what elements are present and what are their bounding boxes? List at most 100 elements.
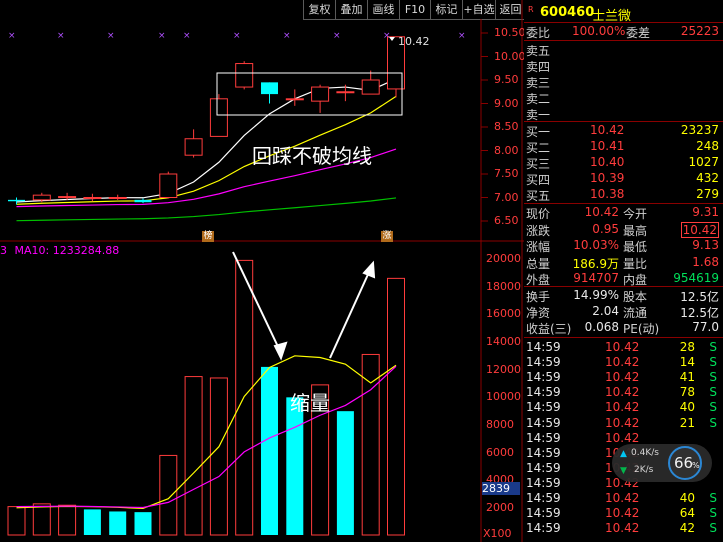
trade-tick-row: 14:59 10.42 42 S	[524, 521, 723, 536]
tick-direction: S	[709, 355, 717, 370]
fundamental-row: 净资 2.04 流通 12.5亿	[524, 304, 723, 320]
weibi-row: 委比 100.00% 委差 25223	[524, 24, 723, 40]
ask-row[interactable]: 卖四	[524, 58, 723, 74]
volume-tick-label: 2000	[486, 501, 514, 514]
stat-value: 10.42	[584, 205, 619, 219]
bid-volume: 279	[696, 187, 719, 201]
volume-tick-label: 16000	[486, 307, 521, 321]
candle	[83, 193, 102, 202]
tick-time: 14:59	[526, 415, 561, 430]
stat-label: 最高	[623, 223, 648, 238]
last-price-label: 10.42	[398, 35, 430, 48]
stat-label: 今开	[623, 207, 648, 221]
volume-bar	[361, 353, 380, 536]
tick-time: 14:59	[526, 340, 561, 354]
stat-value: 954619	[673, 271, 719, 285]
tick-time: 14:59	[526, 400, 561, 415]
tick-price: 10.42	[605, 385, 640, 400]
volume-marker-label: 2839	[482, 482, 520, 495]
volume-bar	[286, 397, 304, 535]
trade-tick-row: 14:59 10.42 14 S	[524, 355, 723, 370]
volume-tick-label: 14000	[486, 335, 521, 348]
candle	[134, 198, 152, 204]
stock-code: 600460	[540, 5, 595, 20]
memory-gauge: 66 %	[668, 446, 702, 480]
volume-bar	[134, 512, 152, 535]
bid-row[interactable]: 买四 10.39 432	[524, 171, 723, 187]
fund-label: 换手	[526, 290, 551, 304]
stat-label: 涨幅	[526, 240, 551, 254]
tick-time: 14:59	[526, 475, 561, 490]
tick-volume: 40	[679, 400, 695, 415]
candle	[285, 89, 304, 106]
price-tick-label: 6.50	[494, 214, 519, 227]
bid-label: 买二	[526, 141, 551, 155]
ask-row[interactable]: 卖五	[524, 42, 723, 58]
trade-tick-row: 14:59 10.42 78 S	[524, 385, 723, 400]
bid-row[interactable]: 买一 10.42 23237	[524, 123, 723, 139]
limit-up-badge[interactable]: 涨	[381, 231, 393, 242]
tick-direction: S	[709, 415, 717, 430]
candle	[235, 61, 254, 90]
bid-price: 10.38	[590, 187, 625, 201]
fund-value: 77.0	[692, 320, 719, 334]
stat-value: 1.68	[692, 254, 719, 269]
tick-time: 14:59	[526, 445, 561, 460]
ask-row[interactable]: 卖三	[524, 74, 723, 90]
fundamental-row: 换手 14.99% 股本 12.5亿	[524, 288, 723, 304]
weibi-label: 委比	[526, 26, 551, 40]
stat-label: 现价	[526, 207, 551, 221]
tick-volume: 64	[679, 506, 695, 521]
bid-row[interactable]: 买五 10.38 279	[524, 187, 723, 203]
fund-label: 净资	[526, 306, 551, 320]
upload-arrow-icon: ▲	[620, 449, 627, 459]
volume-tick-label: 20000	[486, 252, 521, 265]
annotation-ma-support: 回踩不破均线	[252, 144, 372, 168]
price-volume-chart[interactable]: × × × × × × × × × ×	[0, 0, 524, 542]
rank-badge[interactable]: 榜	[202, 231, 214, 242]
event-marker-icon: ×	[57, 31, 65, 41]
ask-row[interactable]: 卖二	[524, 90, 723, 106]
tick-direction: S	[709, 340, 717, 354]
tick-direction: S	[709, 521, 717, 536]
network-speed-widget[interactable]: ▲ 0.4K/s ▼ 2K/s 66 %	[612, 444, 712, 482]
trade-tick-row: 14:59 10.42 40 S	[524, 491, 723, 506]
annotation-shrink-volume: 缩量	[290, 391, 330, 415]
volume-bar	[7, 506, 26, 536]
volume-tick-label: 18000	[486, 279, 521, 293]
candle	[108, 194, 127, 200]
bid-price: 10.41	[590, 139, 625, 153]
ask-label: 卖三	[526, 76, 551, 90]
fund-label: 流通	[623, 306, 648, 320]
event-marker-icon: ×	[383, 31, 391, 41]
bid-row[interactable]: 买二 10.41 248	[524, 139, 723, 155]
tick-volume: 14	[679, 355, 695, 370]
ask-row[interactable]: 卖一	[524, 106, 723, 122]
stat-value: 10.03%	[573, 238, 619, 252]
tick-price: 10.42	[605, 340, 640, 354]
ask-label: 卖二	[526, 92, 551, 106]
tick-direction: S	[709, 491, 717, 505]
tick-time: 14:59	[526, 491, 561, 505]
download-speed: 2K/s	[634, 465, 654, 475]
volume-bar	[336, 411, 354, 535]
quote-stat-row: 涨跌 0.95 最高 10.42	[524, 221, 723, 238]
fund-label: PE(动)	[623, 322, 660, 336]
candle	[184, 129, 203, 158]
stat-label: 最低	[623, 240, 648, 254]
tick-direction: S	[709, 400, 717, 415]
stock-header: R 600460 士兰微	[524, 2, 723, 24]
bid-price: 10.39	[590, 171, 625, 185]
tick-time: 14:59	[526, 521, 561, 536]
event-marker-icon: ×	[458, 31, 466, 41]
candle	[311, 84, 330, 113]
ma10-label: MA10: 1233284.88	[14, 244, 120, 257]
trade-tick-row: 14:59 10.42 28 S	[524, 340, 723, 355]
bid-row[interactable]: 买三 10.40 1027	[524, 155, 723, 171]
volume-bar	[159, 454, 178, 536]
volume-tick-label: 12000	[486, 362, 521, 376]
stat-value: 9.31	[692, 205, 719, 219]
fund-value: 12.5亿	[680, 290, 719, 304]
ma60-line	[16, 197, 397, 222]
volume-bar	[387, 277, 405, 536]
